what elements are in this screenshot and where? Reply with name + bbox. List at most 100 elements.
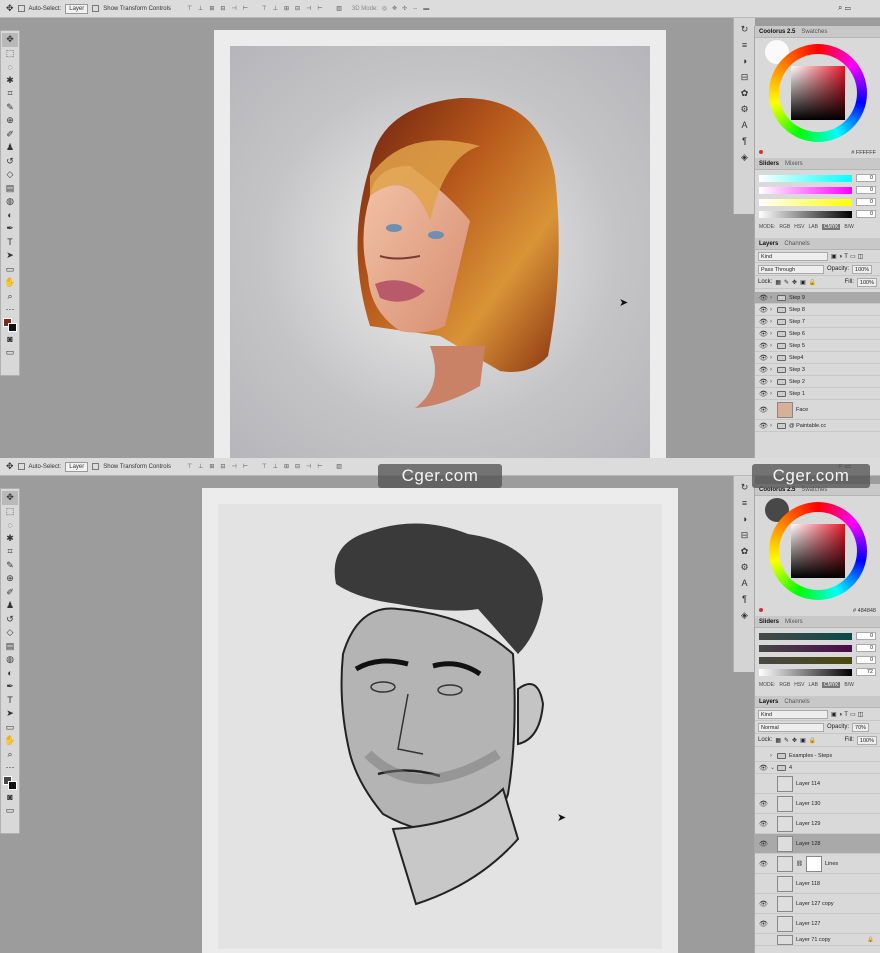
yellow-value[interactable]: 0: [856, 656, 876, 664]
layer-row[interactable]: Layer 118: [755, 874, 880, 894]
window-controls[interactable]: ⌕ ▭: [838, 3, 851, 13]
path-select-icon[interactable]: ➤: [2, 249, 18, 263]
history-icon[interactable]: ↻: [738, 480, 752, 494]
lasso-tool-icon[interactable]: ◌: [2, 60, 18, 74]
layer-group-row[interactable]: 👁 › Step 9: [755, 292, 880, 304]
adjust-icon[interactable]: ≡: [738, 38, 752, 52]
fill-input[interactable]: 100%: [856, 277, 877, 287]
tab-mixers[interactable]: Mixers: [785, 619, 803, 625]
align-icons[interactable]: ⊤⊥⊞⊟⊣⊢ ⊤⊥⊞⊟⊣⊢ ▥: [187, 463, 348, 470]
crop-tool-icon[interactable]: ⌗: [2, 87, 18, 101]
layer-group-row[interactable]: 👁 › Step 2: [755, 376, 880, 388]
eye-icon[interactable]: 👁: [759, 406, 768, 414]
eye-icon[interactable]: 👁: [759, 920, 768, 928]
settings-icon[interactable]: ⚙: [738, 102, 752, 116]
color-wheel[interactable]: [769, 44, 867, 142]
path-select-icon[interactable]: ➤: [2, 707, 18, 721]
eye-icon[interactable]: 👁: [759, 820, 768, 828]
brush-preset-icon[interactable]: ✿: [738, 544, 752, 558]
eye-icon[interactable]: 👁: [759, 800, 768, 808]
color-swatches[interactable]: [2, 317, 18, 333]
layer-group-row[interactable]: 👁 › Step 7: [755, 316, 880, 328]
plugin-icon[interactable]: ◈: [738, 150, 752, 164]
mode-cmyk[interactable]: CMYK: [821, 682, 841, 688]
history-icon[interactable]: ↻: [738, 22, 752, 36]
blend-mode-select[interactable]: Pass Through: [758, 264, 824, 274]
layer-row[interactable]: 👁 Face: [755, 400, 880, 420]
layer-group-row[interactable]: 👁 › @ Paintable.cc: [755, 420, 880, 432]
background-color[interactable]: [8, 322, 17, 332]
paragraph-icon[interactable]: ¶: [738, 134, 752, 148]
properties-icon[interactable]: ⊟: [738, 528, 752, 542]
shape-tool-icon[interactable]: ▭: [2, 721, 18, 735]
color-icon[interactable]: ◑: [738, 54, 752, 68]
tab-layers[interactable]: Layers: [759, 699, 778, 705]
tab-swatches[interactable]: Swatches: [801, 29, 827, 35]
layer-row[interactable]: Layer 114: [755, 774, 880, 794]
blur-tool-icon[interactable]: ◍: [2, 195, 18, 209]
lasso-tool-icon[interactable]: ◌: [2, 518, 18, 532]
magenta-slider[interactable]: [759, 644, 852, 652]
marquee-tool-icon[interactable]: ⬚: [2, 47, 18, 61]
blur-tool-icon[interactable]: ◍: [2, 653, 18, 667]
layer-group-row[interactable]: 👁 › Step 1: [755, 388, 880, 400]
eye-icon[interactable]: 👁: [759, 840, 768, 848]
gradient-tool-icon[interactable]: ▤: [2, 182, 18, 196]
zoom-tool-icon[interactable]: ⌕: [2, 748, 18, 762]
layer-row[interactable]: Layer 71 copy 🔒: [755, 934, 880, 946]
layer-row[interactable]: 👁 ⛓ Lines: [755, 854, 880, 874]
yellow-slider[interactable]: [759, 198, 852, 206]
3d-mode-icons[interactable]: ◎✥✣⇔▬: [382, 5, 434, 12]
healing-brush-icon[interactable]: ⊕: [2, 114, 18, 128]
black-slider[interactable]: [759, 210, 852, 218]
black-value[interactable]: 72: [856, 668, 876, 676]
crop-tool-icon[interactable]: ⌗: [2, 545, 18, 559]
mode-bw[interactable]: B/W: [844, 224, 853, 230]
move-tool-icon[interactable]: ✥: [2, 491, 18, 505]
adjust-icon[interactable]: ≡: [738, 496, 752, 510]
layer-row[interactable]: 👁 Layer 130: [755, 794, 880, 814]
mode-lab[interactable]: LAB: [809, 682, 818, 688]
tab-mixers[interactable]: Mixers: [785, 161, 803, 167]
layer-row[interactable]: 👁 Layer 129: [755, 814, 880, 834]
color-swatches[interactable]: [2, 775, 18, 791]
eye-icon[interactable]: 👁: [759, 366, 768, 374]
marquee-tool-icon[interactable]: ⬚: [2, 505, 18, 519]
magenta-slider[interactable]: [759, 186, 852, 194]
gradient-tool-icon[interactable]: ▤: [2, 640, 18, 654]
eye-icon[interactable]: 👁: [759, 378, 768, 386]
layer-group-row[interactable]: 👁 ⌄ 4: [755, 762, 880, 774]
eyedropper-icon[interactable]: ✎: [2, 559, 18, 573]
filter-icons[interactable]: ▣◑T▭◫: [831, 711, 865, 718]
cyan-slider[interactable]: [759, 174, 852, 182]
auto-select-dropdown[interactable]: Layer: [65, 461, 89, 472]
more-tools-icon[interactable]: ⋯: [2, 303, 18, 317]
yellow-value[interactable]: 0: [856, 198, 876, 206]
stamp-tool-icon[interactable]: ♟: [2, 599, 18, 613]
zoom-tool-icon[interactable]: ⌕: [2, 290, 18, 304]
tab-channels[interactable]: Channels: [784, 699, 809, 705]
properties-icon[interactable]: ⊟: [738, 70, 752, 84]
brush-preset-icon[interactable]: ✿: [738, 86, 752, 100]
transform-controls-checkbox[interactable]: [92, 463, 100, 470]
history-brush-icon[interactable]: ↺: [2, 155, 18, 169]
cyan-value[interactable]: 0: [856, 632, 876, 640]
kind-filter[interactable]: Kind: [758, 709, 828, 719]
brush-tool-icon[interactable]: ✐: [2, 128, 18, 142]
magenta-value[interactable]: 0: [856, 644, 876, 652]
eye-icon[interactable]: 👁: [759, 900, 768, 908]
more-tools-icon[interactable]: ⋯: [2, 761, 18, 775]
align-icons[interactable]: ⊤⊥⊞⊟⊣⊢ ⊤⊥⊞⊟⊣⊢ ▥: [187, 5, 348, 12]
character-icon[interactable]: A: [738, 118, 752, 132]
character-icon[interactable]: A: [738, 576, 752, 590]
reset-icon[interactable]: [759, 150, 763, 154]
eraser-icon[interactable]: ◇: [2, 626, 18, 640]
opacity-input[interactable]: 100%: [852, 264, 873, 274]
layer-group-row[interactable]: 👁 › Step 8: [755, 304, 880, 316]
tab-layers[interactable]: Layers: [759, 241, 778, 247]
mode-hsv[interactable]: HSV: [794, 224, 804, 230]
layer-group-row[interactable]: 👁 › Step 3: [755, 364, 880, 376]
black-slider[interactable]: [759, 668, 852, 676]
transform-controls-checkbox[interactable]: [92, 5, 100, 12]
hex-value[interactable]: # FFFFFF: [851, 150, 876, 156]
